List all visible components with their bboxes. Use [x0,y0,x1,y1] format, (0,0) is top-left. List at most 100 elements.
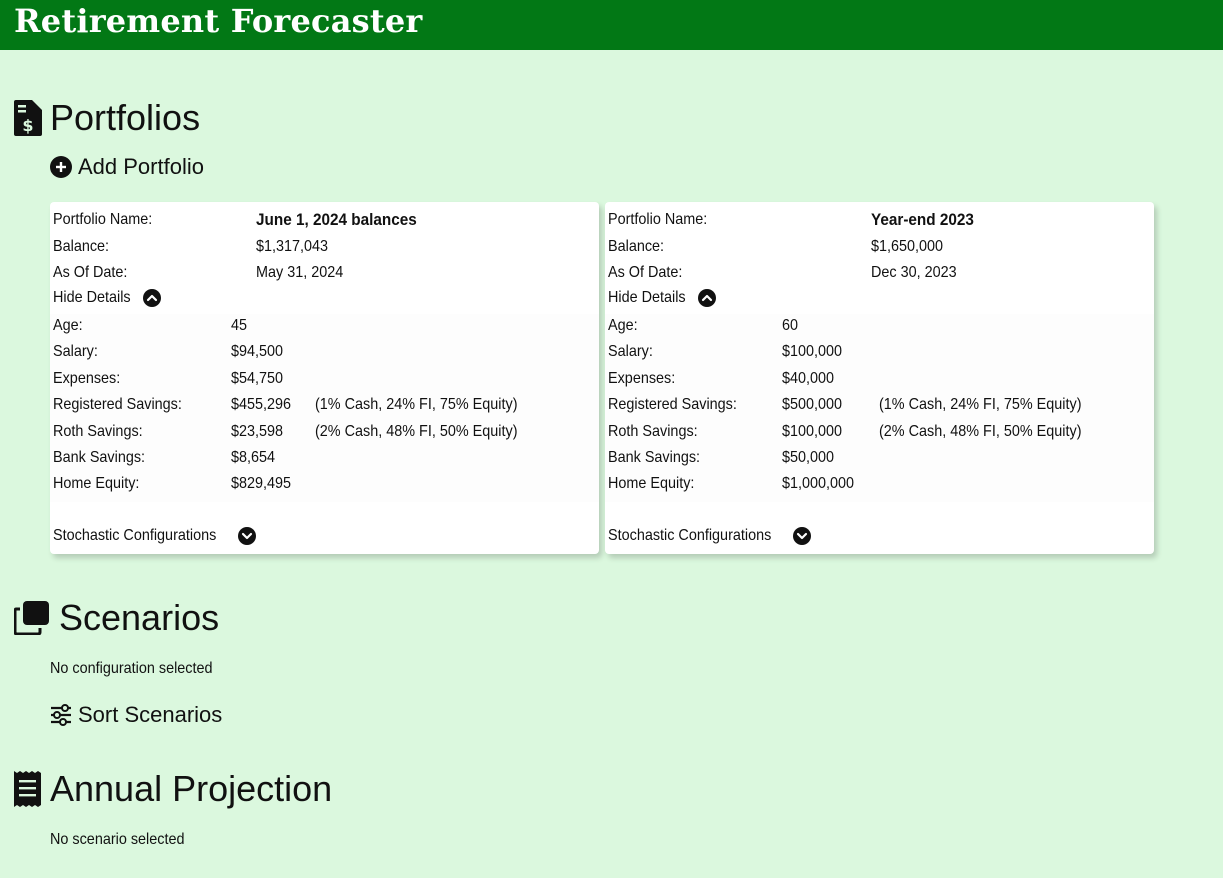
detail-value: $8,654 [231,449,276,466]
stochastic-label: Stochastic Configurations [608,527,772,544]
detail-row: Age: [53,313,86,339]
detail-value-row: $455,296 [231,392,298,418]
copy-icon [14,601,50,635]
portfolio-card[interactable]: Portfolio Name: Year-end 2023 Balance: $… [605,202,1154,554]
balance-label: Balance: [53,238,110,255]
as-of-row: As Of Date: [53,260,136,286]
hide-details-toggle[interactable]: Hide Details [608,289,717,307]
balance-value-row: $1,650,000 [871,234,951,260]
scenarios-heading: Scenarios [14,600,219,636]
app-header: Retirement Forecaster [0,0,1223,50]
allocation-row: (2% Cash, 48% FI, 50% Equity) [315,419,540,445]
detail-value-row: $500,000 [782,392,849,418]
detail-row: Home Equity: [53,471,149,497]
receipt-icon [14,771,41,807]
allocation-row: (1% Cash, 24% FI, 75% Equity) [315,392,540,418]
detail-row: Roth Savings: [608,419,708,445]
portfolio-name-row: Portfolio Name: [53,207,163,233]
as-of-label: As Of Date: [608,264,683,281]
detail-label: Bank Savings: [608,449,701,466]
annual-projection-heading: Annual Projection [14,771,332,807]
detail-label: Expenses: [608,370,676,387]
chevron-down-icon [238,527,257,545]
detail-row: Salary: [53,339,103,365]
detail-row: Expenses: [608,366,683,392]
detail-row: Roth Savings: [53,419,153,445]
sort-scenarios-label: Sort Scenarios [78,702,223,727]
detail-value-row: $50,000 [782,445,840,471]
portfolios-title: Portfolios [50,97,201,138]
as-of-row: As Of Date: [608,260,691,286]
detail-label: Home Equity: [53,475,140,492]
detail-row: Registered Savings: [53,392,196,418]
detail-value: $94,500 [231,343,284,360]
detail-label: Salary: [53,343,98,360]
hide-details-label: Hide Details [608,289,686,306]
balance-value: $1,650,000 [871,238,944,255]
portfolio-name-value-row: June 1, 2024 balances [256,207,435,233]
scenarios-empty-text: No configuration selected [50,660,213,677]
hide-details-toggle[interactable]: Hide Details [53,289,162,307]
detail-value: $455,296 [231,396,292,413]
hide-details-label: Hide Details [53,289,131,306]
detail-value-row: $40,000 [782,366,840,392]
balance-value: $1,317,043 [256,238,329,255]
add-portfolio-button[interactable]: Add Portfolio [50,154,204,180]
detail-row: Age: [608,313,641,339]
app-title: Retirement Forecaster [14,2,423,40]
detail-label: Age: [608,317,638,334]
allocation-text: (1% Cash, 24% FI, 75% Equity) [879,396,1082,413]
file-dollar-icon: $ [14,100,42,136]
as-of-value-row: Dec 30, 2023 [871,260,966,286]
portfolio-name-value: June 1, 2024 balances [256,210,417,229]
stochastic-configurations-toggle[interactable]: Stochastic Configurations [608,527,812,545]
as-of-value: May 31, 2024 [256,264,344,281]
detail-value: $100,000 [782,423,843,440]
stochastic-configurations-toggle[interactable]: Stochastic Configurations [53,527,257,545]
sliders-icon [50,704,78,726]
stochastic-label: Stochastic Configurations [53,527,217,544]
allocation-row: (2% Cash, 48% FI, 50% Equity) [879,419,1104,445]
detail-label: Age: [53,317,83,334]
portfolio-name-value: Year-end 2023 [871,210,974,229]
detail-value-row: $94,500 [231,339,289,365]
detail-label: Registered Savings: [608,396,737,413]
detail-value: $54,750 [231,370,284,387]
portfolio-card[interactable]: Portfolio Name: June 1, 2024 balances Ba… [50,202,599,554]
add-portfolio-label: Add Portfolio [78,154,204,179]
detail-value-row: 60 [782,313,800,339]
detail-value: $500,000 [782,396,843,413]
detail-value: $100,000 [782,343,843,360]
balance-row: Balance: [53,234,115,260]
allocation-text: (2% Cash, 48% FI, 50% Equity) [315,423,518,440]
sort-scenarios-button[interactable]: Sort Scenarios [50,702,222,728]
detail-value-row: $8,654 [231,445,280,471]
detail-row: Salary: [608,339,658,365]
balance-value-row: $1,317,043 [256,234,336,260]
portfolio-name-label: Portfolio Name: [608,211,708,228]
detail-value: 60 [782,317,799,334]
projection-empty-text: No scenario selected [50,831,185,848]
plus-circle-icon [50,156,78,178]
allocation-text: (2% Cash, 48% FI, 50% Equity) [879,423,1082,440]
detail-label: Roth Savings: [53,423,143,440]
detail-label: Registered Savings: [53,396,182,413]
allocation-text: (1% Cash, 24% FI, 75% Equity) [315,396,518,413]
detail-row: Registered Savings: [608,392,751,418]
as-of-value: Dec 30, 2023 [871,264,957,281]
portfolio-name-value-row: Year-end 2023 [871,207,985,233]
detail-label: Expenses: [53,370,121,387]
detail-value-row: $23,598 [231,419,289,445]
detail-value: $23,598 [231,423,284,440]
portfolios-heading: $ Portfolios [14,100,200,136]
detail-value-row: $100,000 [782,339,849,365]
scenarios-title: Scenarios [59,597,220,638]
detail-row: Home Equity: [608,471,704,497]
detail-value: $40,000 [782,370,835,387]
detail-value-row: 45 [231,313,249,339]
balance-label: Balance: [608,238,665,255]
detail-label: Bank Savings: [53,449,146,466]
detail-label: Home Equity: [608,475,695,492]
annual-projection-title: Annual Projection [50,768,333,809]
as-of-label: As Of Date: [53,264,128,281]
